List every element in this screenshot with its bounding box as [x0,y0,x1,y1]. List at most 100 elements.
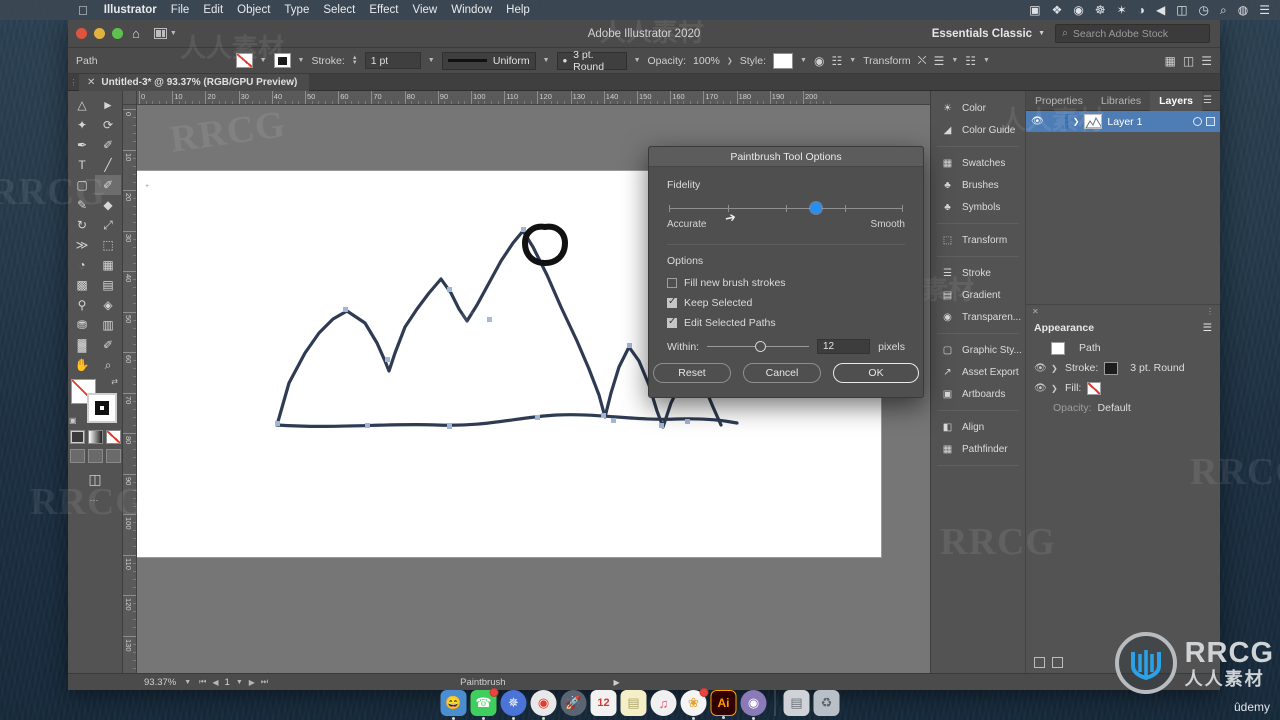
target-circle-icon[interactable] [1193,117,1202,126]
panel-color-guide[interactable]: ◢ Color Guide [931,119,1025,141]
paintbrush-tool[interactable]: ✐ [95,175,121,195]
notes-icon[interactable]: ▤ [620,690,647,716]
distribute-icon[interactable]: ◫ [1183,54,1194,68]
siri-icon[interactable]: ◍ [1238,4,1248,16]
finder-icon[interactable]: 😄 [440,690,467,720]
menu-effect[interactable]: Effect [369,4,398,16]
workspace-switcher[interactable]: Essentials Classic ▼ [932,28,1045,40]
panel-gradient[interactable]: ▤ Gradient [931,284,1025,306]
direct-selection-tool[interactable]: ► [95,95,121,115]
search-icon[interactable]: ⌕ [1220,4,1227,16]
menu-illustrator[interactable]: Illustrator [104,4,157,16]
illustrator-icon[interactable]: Ai [710,690,737,719]
chevron-down-icon[interactable]: ▼ [800,57,807,64]
chevron-down-icon[interactable]: ▼ [298,57,305,64]
apple-icon[interactable]:  [78,3,88,18]
tab-libraries[interactable]: Libraries [1092,91,1150,111]
grid-view-icon[interactable]: ▦ [1165,54,1176,68]
align-icon[interactable]: ☰ [934,54,945,68]
curvature-tool[interactable]: ✐ [95,135,121,155]
stroke-profile-dropdown[interactable]: Uniform [441,51,536,70]
change-screen-mode-icon[interactable]: ◫ [88,471,101,489]
tab-properties[interactable]: Properties [1026,91,1092,111]
add-new-fill-icon[interactable] [1052,656,1063,668]
selection-tool[interactable]: △ [69,95,95,115]
appearance-stroke-value[interactable]: 3 pt. Round [1130,362,1184,374]
keep-selected-checkbox[interactable] [667,296,677,308]
gradient-mode-button[interactable] [87,430,103,444]
collapse-panel-icon[interactable]: ⋮ [1206,307,1214,316]
fill-new-brush-strokes-checkbox[interactable] [667,278,677,288]
fidelity-slider[interactable] [669,202,903,215]
scale-tool[interactable]: ⤢ [95,215,121,235]
wifi-icon[interactable]: ◑ [1138,4,1145,16]
panel-brushes[interactable]: ♣ Brushes [931,174,1025,196]
vertical-ruler[interactable]: 0 10 20 30 40 50 60 70 80 90 100 110 120 130 [123,105,137,673]
draw-behind-button[interactable] [87,449,103,463]
panel-symbols[interactable]: ♣ Symbols [931,196,1025,218]
width-tool[interactable]: ≫ [69,235,95,255]
chrome-icon[interactable]: ◉ [530,690,557,720]
home-icon[interactable]: ⌂ [132,27,140,40]
opacity-options-icon[interactable]: ❯ [727,57,733,65]
stroke-color-swatch[interactable] [1104,361,1119,375]
chevron-down-icon[interactable]: ▼ [184,679,191,686]
clock-icon[interactable]: ◷ [1199,4,1209,16]
magic-wand-tool[interactable]: ✦ [69,115,95,135]
appearance-stroke-row[interactable]: 👁 ❯ Stroke: 3 pt. Round [1026,358,1220,378]
panel-transform[interactable]: ⬚ Transform [931,229,1025,251]
transform-label[interactable]: Transform [863,55,910,67]
edit-selected-paths-row[interactable]: Edit Selected Paths [667,313,905,333]
recolor-artwork-icon[interactable]: ◉ [814,54,824,68]
whatsapp-icon[interactable]: ☎ [470,688,499,720]
eye-icon[interactable]: 👁 [1034,363,1047,374]
dropbox-icon[interactable]: ❖ [1052,4,1063,16]
within-slider-knob[interactable] [755,340,767,352]
panel-align[interactable]: ◧ Align [931,416,1025,438]
close-window-button[interactable] [76,28,87,39]
none-mode-button[interactable] [105,430,121,444]
fill-color-swatch[interactable] [1087,381,1102,395]
swap-fill-stroke-icon[interactable]: ⇄ [111,377,118,386]
panel-pathfinder[interactable]: ▦ Pathfinder [931,438,1025,460]
control-center-icon[interactable]: ☰ [1259,4,1270,16]
layer-name[interactable]: Layer 1 [1107,116,1142,128]
menu-window[interactable]: Window [451,4,492,16]
battery-icon[interactable]: ◫ [1176,4,1187,16]
minimize-window-button[interactable] [94,28,105,39]
menu-type[interactable]: Type [284,4,309,16]
panel-swatches[interactable]: ▦ Swatches [931,152,1025,174]
eyedropper-tool[interactable]: ⚲ [69,295,95,315]
eraser-tool[interactable]: ◆ [95,195,121,215]
select-similar-icon[interactable]: ☷ [831,54,842,68]
zoom-level-field[interactable]: 93.37% [144,677,176,688]
column-graph-tool[interactable]: ▥ [95,315,121,335]
maximize-window-button[interactable] [112,28,123,39]
menu-edit[interactable]: Edit [203,4,223,16]
last-artboard-icon[interactable]: ⏭ [261,677,268,687]
layers-list-body[interactable] [1026,132,1220,304]
photos-icon[interactable]: ❀ [680,688,709,720]
next-artboard-icon[interactable]: ▶ [249,678,255,687]
document-tab[interactable]: ✕ Untitled-3* @ 93.37% (RGB/GPU Preview) [79,73,310,91]
artboard-tool[interactable]: ▓ [69,335,95,355]
first-artboard-icon[interactable]: ⏮ [199,677,206,687]
slice-tool[interactable]: ✐ [95,335,121,355]
brush-definition-dropdown[interactable]: • 3 pt. Round [556,49,627,73]
mesh-tool[interactable]: ▩ [69,275,95,295]
chevron-down-icon[interactable]: ▼ [983,57,990,64]
line-segment-tool[interactable]: ╱ [95,155,121,175]
chevron-right-icon[interactable]: ❯ [1051,364,1059,373]
stroke-black-swatch[interactable] [273,53,291,68]
screen-record-icon[interactable]: ▣ [1029,4,1040,16]
eye-icon[interactable]: 👁 [1031,116,1044,127]
arrange-icon[interactable]: ☷ [965,54,976,68]
appearance-fill-row[interactable]: 👁 ❯ Fill: [1026,378,1220,398]
volume-icon[interactable]: ◀ [1156,4,1165,16]
chevron-down-icon[interactable]: ▼ [849,57,856,64]
panel-asset-export[interactable]: ↗ Asset Export [931,361,1025,383]
chevron-down-icon[interactable]: ▼ [236,679,243,686]
symbol-sprayer-tool[interactable]: ⛃ [69,315,95,335]
edit-selected-paths-checkbox[interactable] [667,316,677,328]
selection-square-icon[interactable] [1206,117,1215,126]
